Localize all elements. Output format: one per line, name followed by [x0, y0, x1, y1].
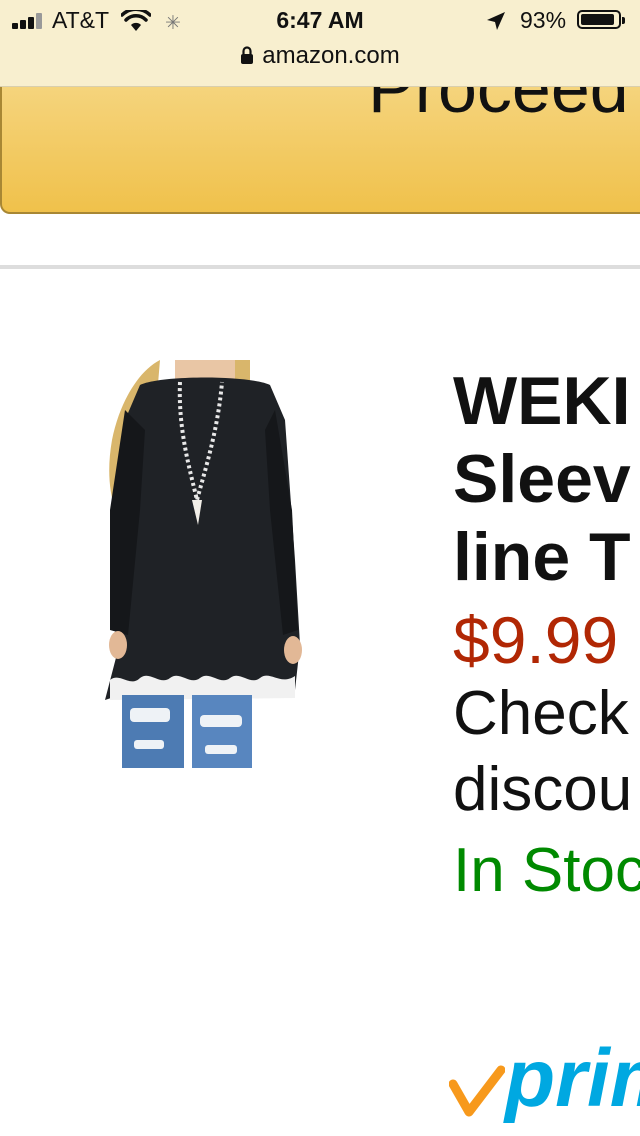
product-photo[interactable] — [100, 360, 310, 768]
prime-check-icon — [449, 1065, 505, 1117]
promo-text-line-1: Check — [453, 679, 629, 748]
battery-icon — [577, 10, 625, 29]
status-bar: AT&T ✳ 6:47 AM 93% — [0, 0, 640, 42]
section-divider — [0, 265, 640, 269]
url-bar[interactable]: amazon.com — [0, 42, 640, 72]
product-title-line-2[interactable]: Sleev — [453, 440, 640, 518]
prime-logo-text: prim — [505, 1040, 640, 1124]
prime-badge: prim — [449, 1040, 640, 1136]
product-title-line-3[interactable]: line T — [453, 518, 640, 596]
url-text: amazon.com — [262, 42, 400, 69]
promo-text-line-2: discou — [453, 755, 633, 824]
lock-icon — [241, 46, 254, 64]
browser-top-bar: AT&T ✳ 6:47 AM 93% amazon.com — [0, 0, 640, 87]
product-price: $9.99 — [453, 603, 619, 677]
battery-percent: 93% — [520, 7, 567, 33]
product-info: WEKI Sleev line T $9.99 Check discou In … — [453, 362, 640, 908]
product-title-line-1[interactable]: WEKI — [453, 362, 640, 440]
stock-status: In Stoc — [453, 836, 640, 905]
location-arrow-icon — [487, 12, 505, 30]
